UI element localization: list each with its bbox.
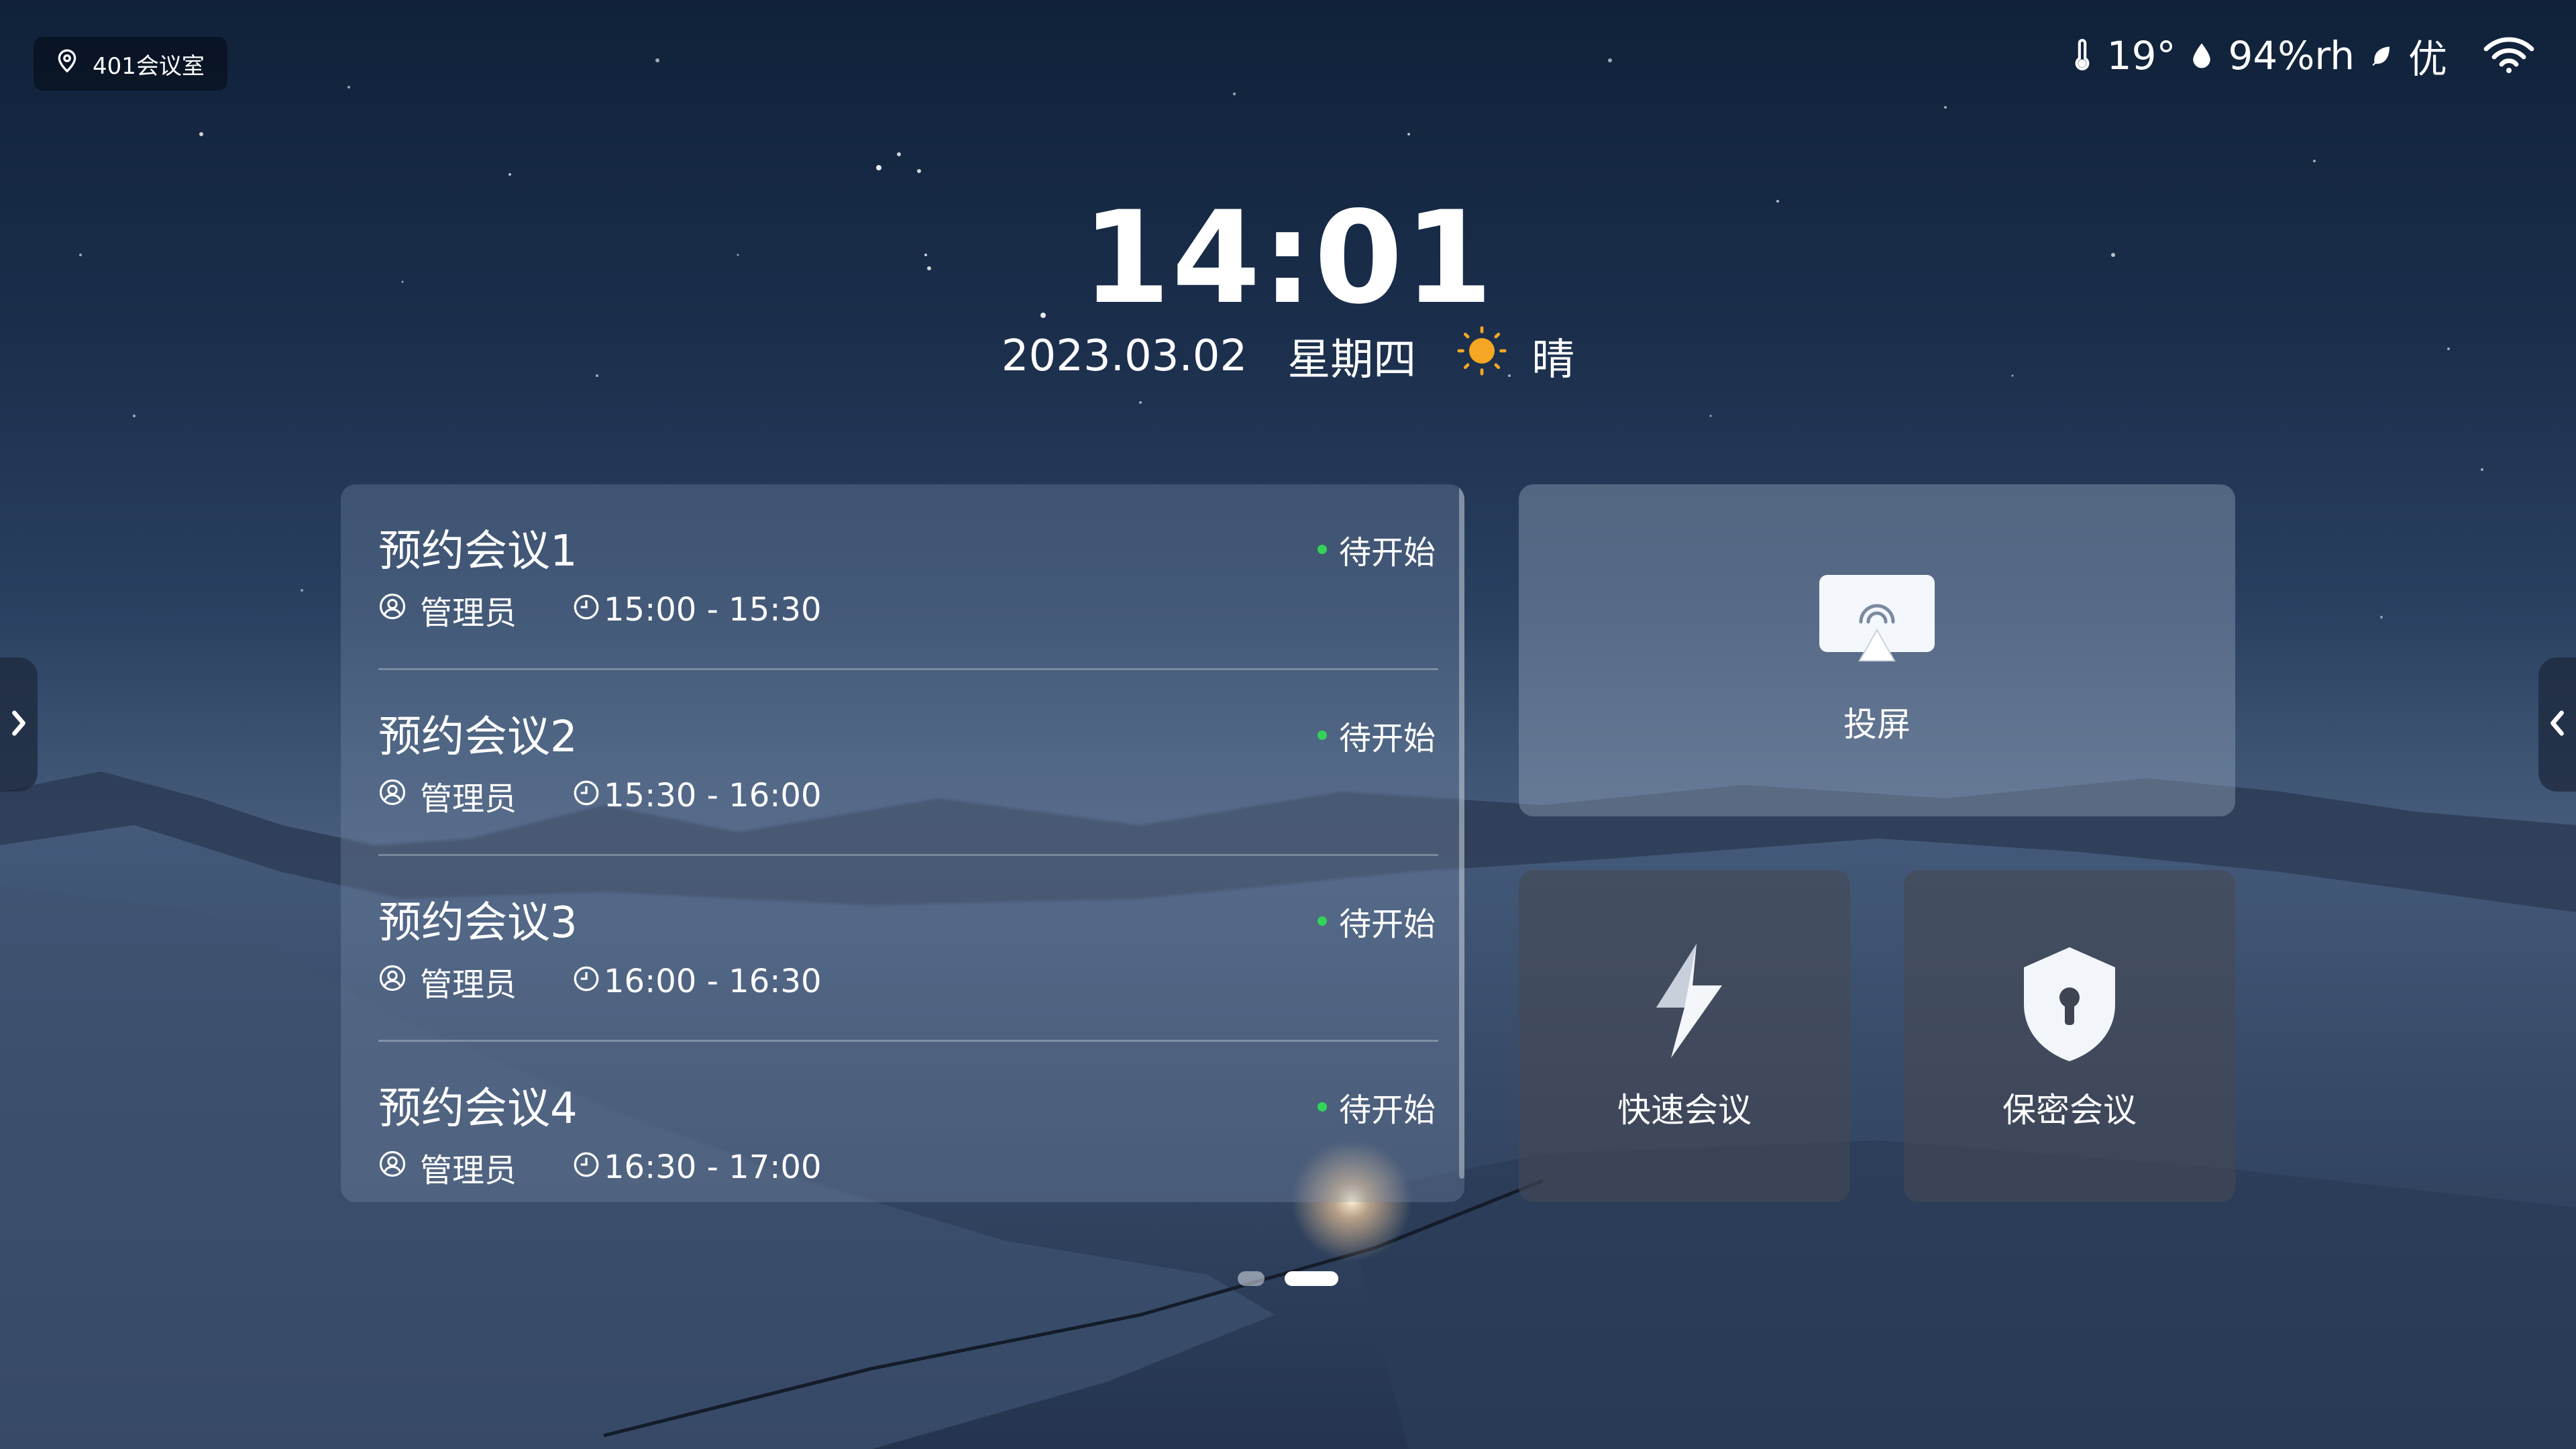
meeting-item[interactable]: 预约会议2 待开始 管理员 15:30 - 16:00 (373, 670, 1438, 856)
quick-meeting-label: 快速会议 (1617, 1091, 1752, 1130)
page-dot-active[interactable] (1285, 1271, 1338, 1286)
lightning-icon (1643, 944, 1727, 1061)
clock-icon (573, 963, 600, 1000)
chevron-right-icon (9, 708, 29, 741)
weekday-text: 星期四 (1287, 335, 1417, 385)
meeting-organizer: 管理员 (420, 780, 517, 818)
sun-icon (1456, 325, 1507, 387)
chevron-left-icon (2547, 708, 2567, 741)
meeting-time: 16:00 - 16:30 (604, 963, 822, 1000)
secret-meeting-button[interactable]: 保密会议 (1904, 870, 2235, 1202)
temperature-value: 19° (2106, 33, 2176, 78)
meeting-info: 管理员 16:00 - 16:30 (378, 958, 822, 1005)
weather: 晴 (1456, 325, 1574, 387)
leaf-icon (2369, 42, 2394, 69)
meeting-info: 管理员 16:30 - 17:00 (378, 1144, 822, 1191)
secret-meeting-label: 保密会议 (2002, 1091, 2137, 1130)
meeting-status: 待开始 (1317, 526, 1436, 573)
meeting-info: 管理员 15:30 - 16:00 (378, 772, 822, 819)
meeting-organizer: 管理员 (420, 966, 517, 1004)
thermometer-icon (2072, 39, 2092, 72)
weather-text: 晴 (1532, 335, 1575, 385)
meeting-status: 待开始 (1317, 712, 1436, 759)
status-dot-icon (1317, 545, 1327, 554)
user-icon (378, 1148, 407, 1186)
meeting-time: 15:30 - 16:00 (604, 777, 822, 814)
meeting-item[interactable]: 预约会议4 待开始 管理员 16:30 - 17:00 (373, 1042, 1438, 1202)
location-pin-icon (54, 48, 80, 80)
meeting-time: 16:30 - 17:00 (604, 1148, 822, 1186)
meeting-list[interactable]: 预约会议1 待开始 管理员 15:00 - 15:30 预约会议2 待开始 管理… (341, 484, 1464, 1202)
quick-meeting-button[interactable]: 快速会议 (1519, 870, 1850, 1202)
clock-icon (573, 777, 600, 814)
user-icon (378, 777, 407, 814)
meeting-list-scrollbar[interactable] (1459, 484, 1464, 1179)
projection-label: 投屏 (1843, 705, 1911, 744)
humidity-value: 94%rh (2228, 33, 2355, 78)
clock-icon (573, 1148, 600, 1186)
meeting-title: 预约会议1 (378, 527, 578, 576)
wifi-icon[interactable] (2482, 35, 2536, 76)
air-quality-value: 优 (2408, 36, 2447, 82)
meeting-item[interactable]: 预约会议3 待开始 管理员 16:00 - 16:30 (373, 856, 1438, 1042)
date-text: 2023.03.02 (1001, 331, 1248, 381)
environment-status: 19° 94%rh 优 (2072, 27, 2536, 85)
meeting-organizer: 管理员 (420, 1152, 517, 1189)
date-row: 2023.03.02 星期四 晴 (0, 325, 2576, 387)
water-drop-icon (2190, 40, 2213, 71)
meeting-time: 15:00 - 15:30 (604, 591, 822, 629)
clock-time: 14:01 (1081, 184, 1495, 332)
meeting-status: 待开始 (1317, 898, 1436, 945)
meeting-info: 管理员 15:00 - 15:30 (378, 586, 822, 633)
meeting-title: 预约会议2 (378, 712, 578, 762)
status-dot-icon (1317, 916, 1327, 926)
meeting-organizer: 管理员 (420, 594, 517, 632)
room-name: 401会议室 (93, 52, 205, 80)
user-icon (378, 963, 407, 1000)
meeting-item[interactable]: 预约会议1 待开始 管理员 15:00 - 15:30 (373, 484, 1438, 670)
shield-lock-icon (2023, 947, 2116, 1064)
meeting-status: 待开始 (1317, 1083, 1436, 1130)
meeting-title: 预约会议3 (378, 898, 578, 948)
left-drawer-handle[interactable] (0, 657, 38, 792)
clock-icon (573, 591, 600, 629)
status-dot-icon (1317, 1102, 1327, 1112)
room-badge: 401会议室 (34, 37, 227, 91)
page-dot[interactable] (1238, 1271, 1265, 1286)
cast-screen-icon (1819, 575, 1935, 668)
user-icon (378, 591, 407, 629)
projection-button[interactable]: 投屏 (1519, 484, 2235, 816)
right-drawer-handle[interactable] (2538, 657, 2576, 792)
meeting-title: 预约会议4 (378, 1084, 578, 1134)
page-indicator (0, 1271, 2576, 1286)
status-dot-icon (1317, 731, 1327, 740)
